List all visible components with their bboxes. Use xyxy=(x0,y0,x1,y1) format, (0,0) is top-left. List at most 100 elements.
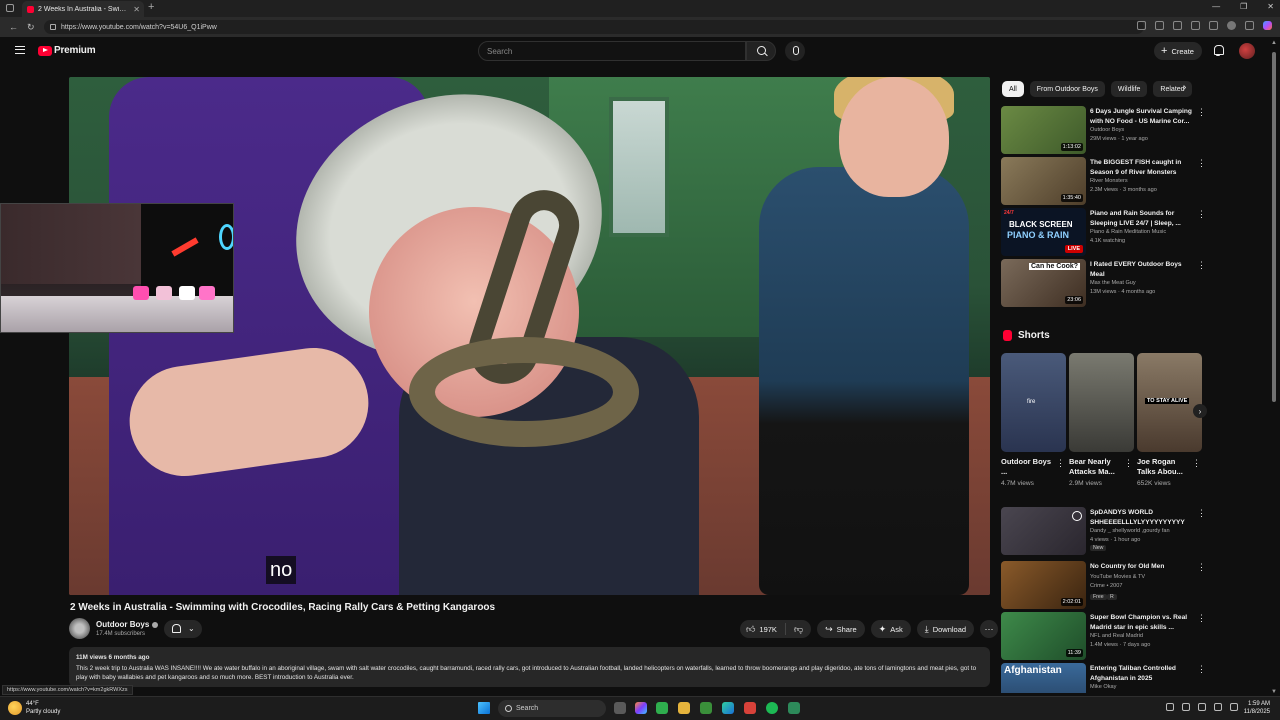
more-vert-icon[interactable]: ⋮ xyxy=(1197,210,1206,219)
favorite-star-icon[interactable] xyxy=(1155,21,1164,30)
more-vert-icon[interactable]: ⋮ xyxy=(1197,614,1206,623)
app-icon[interactable] xyxy=(744,702,756,714)
short-item[interactable]: fire Outdoor Boys ... 4.7M views ⋮ xyxy=(1001,353,1066,487)
voice-search-button[interactable] xyxy=(785,41,805,61)
chevron-right-icon[interactable]: › xyxy=(1183,82,1186,93)
extensions-icon[interactable] xyxy=(1173,21,1182,30)
more-vert-icon[interactable]: ⋮ xyxy=(1192,458,1201,469)
short-overlay-text: fire xyxy=(1027,399,1036,405)
chip-wildlife[interactable]: Wildlife xyxy=(1110,81,1148,97)
more-vert-icon[interactable]: ⋮ xyxy=(1197,563,1206,572)
url-field[interactable]: https://www.youtube.com/watch?v=54U6_Q1i… xyxy=(44,20,1144,34)
webcam-jar xyxy=(156,286,172,300)
hamburger-menu-icon[interactable] xyxy=(15,46,25,54)
minimize-button[interactable]: — xyxy=(1212,2,1220,11)
scroll-up-arrow-icon[interactable]: ▲ xyxy=(1271,40,1277,46)
shorts-next-button[interactable]: › xyxy=(1193,404,1207,418)
chip-from-outdoor-boys[interactable]: From Outdoor Boys xyxy=(1029,81,1105,97)
recommendation-item[interactable]: 2:02:01 No Country for Old Men YouTube M… xyxy=(1001,561,1206,609)
more-vert-icon[interactable]: ⋮ xyxy=(1056,458,1065,469)
dislike-button[interactable]: 👎︎ xyxy=(786,624,811,634)
more-actions-button[interactable]: ⋯ xyxy=(980,620,999,638)
more-vert-icon[interactable]: ⋮ xyxy=(1124,458,1133,469)
short-item[interactable]: Bear Nearly Attacks Ma... 2.9M views ⋮ xyxy=(1069,353,1134,487)
collections-icon[interactable] xyxy=(1209,21,1218,30)
page-scrollbar[interactable]: ▲ ▼ xyxy=(1271,40,1277,695)
more-vert-icon[interactable]: ⋮ xyxy=(1197,261,1206,270)
recommendation-item[interactable]: 1:35:40 The BIGGEST FISH caught in Seaso… xyxy=(1001,157,1206,205)
watch-later-clock-icon[interactable] xyxy=(1072,511,1082,521)
task-view-icon[interactable] xyxy=(614,702,626,714)
channel-avatar[interactable] xyxy=(69,618,90,639)
browser-menu-icon[interactable] xyxy=(1245,21,1254,30)
scrollbar-thumb[interactable] xyxy=(1272,52,1276,402)
taskbar-search[interactable]: Search xyxy=(498,700,606,717)
reading-view-icon[interactable] xyxy=(1137,21,1146,30)
notifications-bell-icon[interactable] xyxy=(1213,45,1224,56)
site-info-icon[interactable] xyxy=(50,24,56,30)
favorites-icon[interactable] xyxy=(1191,21,1200,30)
video-player[interactable] xyxy=(69,77,990,595)
share-label: Share xyxy=(836,624,857,634)
refresh-button[interactable]: ↻ xyxy=(27,22,35,33)
duration-badge: 1:13:02 xyxy=(1060,143,1083,151)
spotify-icon[interactable] xyxy=(766,702,778,714)
recommendation-item[interactable]: 1:13:02 6 Days Jungle Survival Camping w… xyxy=(1001,106,1206,154)
windows-start-icon[interactable] xyxy=(478,702,490,714)
search-input[interactable]: Search xyxy=(478,41,746,61)
browser-profile-avatar[interactable] xyxy=(1227,21,1236,30)
channel-name[interactable]: Outdoor Boys xyxy=(96,620,159,629)
short-title: Joe Rogan Talks Abou... xyxy=(1137,457,1183,476)
edge-browser-icon[interactable] xyxy=(722,702,734,714)
more-vert-icon[interactable]: ⋮ xyxy=(1197,108,1206,117)
like-button[interactable]: 👍︎ 197K xyxy=(740,623,786,635)
youtube-premium-logo[interactable]: Premium xyxy=(38,45,96,56)
new-tab-button[interactable]: + xyxy=(148,1,154,13)
more-vert-icon[interactable]: ⋮ xyxy=(1197,509,1206,518)
tab-actions-icon[interactable] xyxy=(6,4,14,12)
video-thumbnail: Can he Cook? 23:06 xyxy=(1001,259,1086,307)
short-item[interactable]: TO STAY ALIVE Joe Rogan Talks Abou... 65… xyxy=(1137,353,1202,487)
more-vert-icon[interactable]: ⋮ xyxy=(1197,665,1206,674)
video-thumbnail: 1:13:02 xyxy=(1001,106,1086,154)
create-button[interactable]: + Create xyxy=(1154,42,1202,60)
recommendation-item[interactable]: Can he Cook? 23:06 I Rated EVERY Outdoor… xyxy=(1001,259,1206,307)
wifi-icon[interactable] xyxy=(1214,703,1222,711)
share-button[interactable]: ↪ Share xyxy=(817,620,865,638)
address-bar-row: ← ↻ https://www.youtube.com/watch?v=54U6… xyxy=(0,17,1280,37)
tab-close-icon[interactable]: ✕ xyxy=(133,5,140,14)
video-thumbnail: 1:35:40 xyxy=(1001,157,1086,205)
weather-widget[interactable]: 44°F Partly cloudy xyxy=(8,700,60,716)
tray-app-icon[interactable] xyxy=(1198,703,1206,711)
description-box[interactable]: 11M views 6 months ago This 2 week trip … xyxy=(69,647,990,687)
scroll-down-arrow-icon[interactable]: ▼ xyxy=(1271,689,1277,695)
download-button[interactable]: ⤓ Download xyxy=(916,620,975,638)
recommendation-item[interactable]: 24/7 BLACK SCREEN PIANO & RAIN LIVE Pian… xyxy=(1001,208,1206,256)
xbox-icon[interactable] xyxy=(656,702,668,714)
chip-all[interactable]: All xyxy=(1002,81,1024,97)
browser-tab-active[interactable]: 2 Weeks In Australia - Swimming ✕ xyxy=(22,1,144,17)
recommendation-item[interactable]: Afghanistan Entering Taliban Controlled … xyxy=(1001,663,1206,693)
back-button[interactable]: ← xyxy=(9,22,18,32)
copilot-app-icon[interactable] xyxy=(635,702,647,714)
taskbar-clock[interactable]: 1:59 AM 11/8/2025 xyxy=(1238,700,1270,716)
recommendation-item[interactable]: 11:39 Super Bowl Champion vs. Real Madri… xyxy=(1001,612,1206,660)
store-icon[interactable] xyxy=(700,702,712,714)
duration-badge: 1:35:40 xyxy=(1060,194,1083,202)
chevron-up-icon[interactable] xyxy=(1166,703,1174,711)
account-avatar[interactable] xyxy=(1239,43,1255,59)
maximize-button[interactable]: ❐ xyxy=(1240,2,1247,11)
thumbnail-line2: PIANO & RAIN xyxy=(1007,230,1070,240)
more-vert-icon[interactable]: ⋮ xyxy=(1197,159,1206,168)
ask-button[interactable]: ✦ Ask xyxy=(870,620,911,638)
volume-icon[interactable] xyxy=(1230,703,1238,711)
short-views: 2.9M views xyxy=(1069,480,1102,487)
tray-app-icon[interactable] xyxy=(1182,703,1190,711)
search-button[interactable] xyxy=(746,41,776,61)
app-icon[interactable] xyxy=(788,702,800,714)
recommendation-item[interactable]: SpDANDYS WORLD SHHEEEELLLYLYYYYYYYYYY Da… xyxy=(1001,507,1206,555)
subscription-bell-button[interactable]: ⌄ xyxy=(164,620,202,638)
copilot-icon[interactable] xyxy=(1263,21,1272,30)
file-explorer-icon[interactable] xyxy=(678,702,690,714)
close-window-button[interactable]: ✕ xyxy=(1267,2,1274,11)
